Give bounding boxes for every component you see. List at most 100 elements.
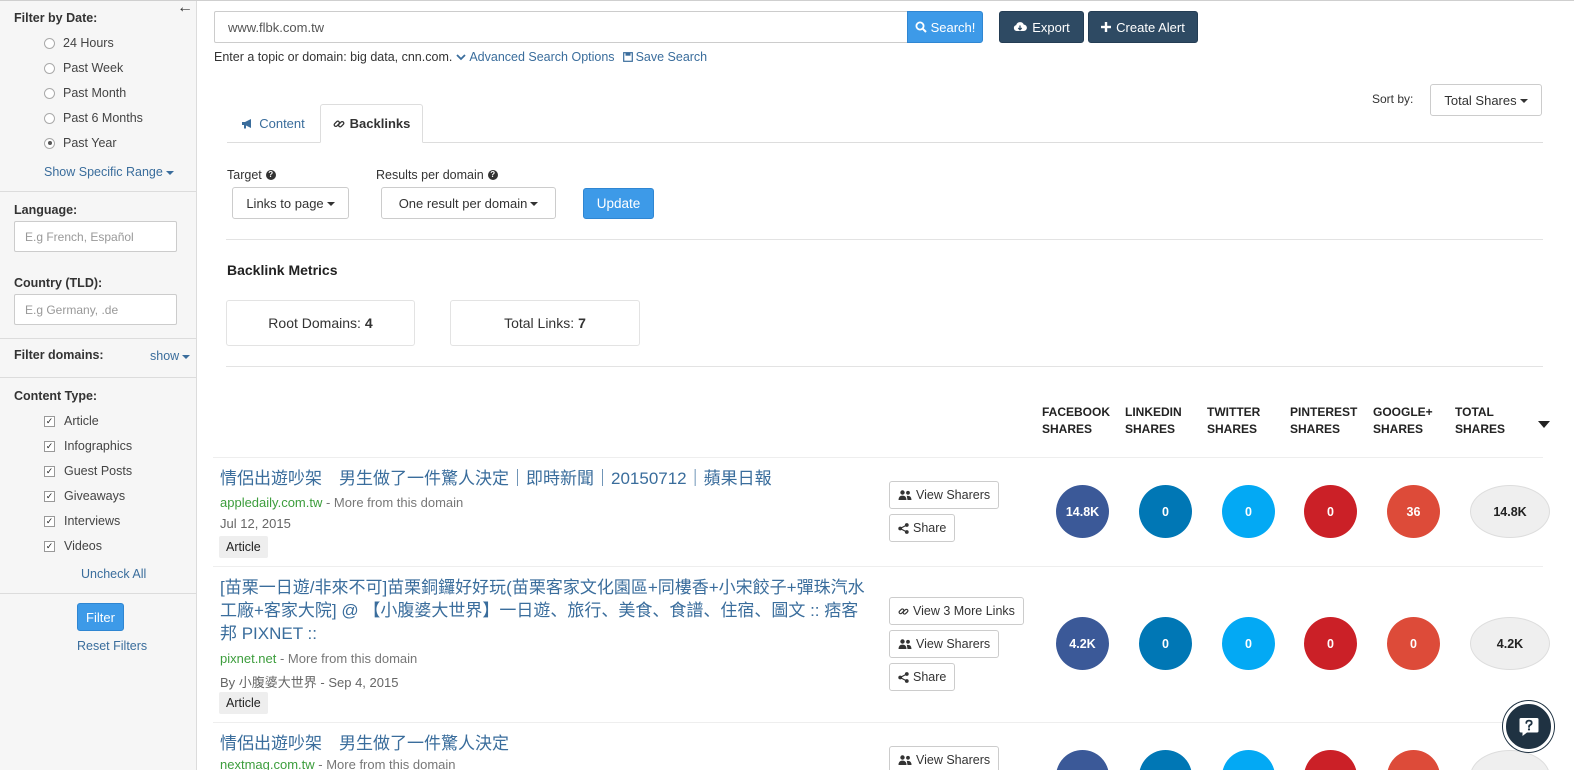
- more-from-domain-link[interactable]: - More from this domain: [315, 757, 455, 770]
- caret-down-icon: [182, 354, 191, 359]
- content-type-heading: Content Type:: [14, 389, 98, 403]
- date-option-past-week[interactable]: Past Week: [44, 61, 123, 75]
- radio-icon[interactable]: [44, 37, 55, 49]
- content-type-interviews[interactable]: ✓ Interviews: [44, 514, 120, 528]
- result-domain-link[interactable]: appledaily.com.tw: [220, 495, 322, 510]
- date-option-label: Past Month: [63, 86, 127, 100]
- results-per-domain-dropdown[interactable]: One result per domain: [381, 187, 556, 219]
- result-domain-link[interactable]: pixnet.net: [220, 651, 276, 666]
- radio-icon[interactable]: [44, 62, 55, 74]
- results-per-domain-label: Results per domain ?: [376, 168, 498, 182]
- search-hint: Enter a topic or domain: big data, cnn.c…: [214, 50, 707, 64]
- tabs-divider: [227, 142, 1543, 143]
- users-icon: [898, 639, 912, 649]
- show-specific-range-link[interactable]: Show Specific Range: [44, 165, 174, 179]
- search-hint-text: Enter a topic or domain: big data, cnn.c…: [214, 50, 453, 64]
- caret-down-icon: [530, 202, 539, 207]
- result-domain-link[interactable]: nextmag.com.tw: [220, 757, 315, 770]
- checkbox-checked-icon[interactable]: ✓: [44, 465, 55, 477]
- checkbox-checked-icon[interactable]: ✓: [44, 515, 55, 527]
- column-header-linkedin[interactable]: LINKEDIN SHARES: [1125, 404, 1205, 438]
- checkbox-checked-icon[interactable]: ✓: [44, 540, 55, 552]
- users-icon: [898, 490, 912, 500]
- content-type-giveaways[interactable]: ✓ Giveaways: [44, 489, 125, 503]
- uncheck-all-link[interactable]: Uncheck All: [81, 567, 146, 581]
- radio-selected-icon[interactable]: [44, 137, 55, 149]
- content-type-article[interactable]: ✓ Article: [44, 414, 99, 428]
- date-option-label: 24 Hours: [63, 36, 114, 50]
- radio-icon[interactable]: [44, 87, 55, 99]
- date-option-past-month[interactable]: Past Month: [44, 86, 126, 100]
- result-title-link[interactable]: 情侶出遊吵架 男生做了一件驚人決定｜即時新聞｜20150712｜蘋果日報: [220, 467, 870, 490]
- checkbox-checked-icon[interactable]: ✓: [44, 415, 55, 427]
- total-links-label: Total Links:: [504, 315, 575, 331]
- content-type-videos[interactable]: ✓ Videos: [44, 539, 102, 553]
- view-sharers-button[interactable]: View Sharers: [889, 481, 1000, 509]
- country-input[interactable]: [14, 294, 177, 325]
- help-chat-button[interactable]: [1503, 701, 1554, 752]
- view-more-links-button[interactable]: View 3 More Links: [889, 597, 1024, 625]
- share-icon: [898, 522, 909, 534]
- users-icon: [898, 755, 912, 765]
- radio-icon[interactable]: [44, 112, 55, 124]
- export-button[interactable]: Export: [999, 11, 1084, 43]
- create-alert-button[interactable]: Create Alert: [1088, 11, 1198, 43]
- sidebar-divider: [0, 377, 196, 378]
- column-header-line: SHARES: [1207, 422, 1258, 436]
- total-shares-count: 4.2K: [1470, 617, 1550, 670]
- tab-backlinks[interactable]: Backlinks: [320, 104, 423, 143]
- column-header-facebook[interactable]: FACEBOOK SHARES: [1042, 404, 1122, 438]
- more-from-domain-link[interactable]: - More from this domain: [322, 495, 463, 510]
- content-type-label: Videos: [64, 539, 102, 553]
- content-type-infographics[interactable]: ✓ Infographics: [44, 439, 132, 453]
- view-sharers-button[interactable]: View Sharers: [889, 746, 1000, 770]
- sort-descending-icon[interactable]: [1538, 421, 1550, 428]
- twitter-shares-count: 0: [1222, 617, 1275, 670]
- result-date: Jul 12, 2015: [220, 516, 291, 531]
- search-icon: [915, 21, 927, 33]
- checkbox-checked-icon[interactable]: ✓: [44, 440, 55, 452]
- linkedin-shares-count: 0: [1139, 485, 1192, 538]
- column-header-line: GOOGLE+: [1373, 405, 1433, 419]
- filter-button[interactable]: Filter: [77, 603, 124, 631]
- target-dropdown[interactable]: Links to page: [232, 187, 349, 219]
- date-option-past-6-months[interactable]: Past 6 Months: [44, 111, 143, 125]
- question-circle-icon[interactable]: ?: [487, 170, 498, 180]
- row-divider: [213, 566, 1543, 567]
- column-header-pinterest[interactable]: PINTEREST SHARES: [1290, 404, 1370, 438]
- column-header-line: SHARES: [1373, 422, 1424, 436]
- content-type-guest-posts[interactable]: ✓ Guest Posts: [44, 464, 132, 478]
- target-label: Target ?: [227, 168, 276, 182]
- checkbox-checked-icon[interactable]: ✓: [44, 490, 55, 502]
- column-header-total-shares[interactable]: TOTAL SHARES: [1455, 404, 1545, 438]
- total-shares-count: 14.8K: [1470, 485, 1550, 538]
- total-links-metric: Total Links: 7: [450, 300, 640, 346]
- save-search-link[interactable]: Save Search: [622, 50, 707, 64]
- google-plus-shares-circle: [1387, 750, 1440, 770]
- sort-dropdown[interactable]: Total Shares: [1430, 84, 1542, 116]
- share-button[interactable]: Share: [889, 663, 956, 691]
- date-option-24-hours[interactable]: 24 Hours: [44, 36, 114, 50]
- content-type-label: Infographics: [64, 439, 133, 453]
- more-from-domain-link[interactable]: - More from this domain: [276, 651, 417, 666]
- column-header-twitter[interactable]: TWITTER SHARES: [1207, 404, 1287, 438]
- update-button[interactable]: Update: [583, 188, 654, 219]
- tab-content[interactable]: Content: [227, 104, 319, 143]
- advanced-search-link[interactable]: Advanced Search Options: [456, 50, 615, 64]
- result-title-link[interactable]: 情侶出遊吵架 男生做了一件驚人決定: [220, 732, 870, 755]
- result-type-badge: Article: [219, 692, 268, 714]
- question-circle-icon[interactable]: ?: [265, 170, 276, 180]
- view-sharers-button[interactable]: View Sharers: [889, 630, 1000, 658]
- share-button[interactable]: Share: [889, 514, 956, 542]
- search-input[interactable]: [214, 11, 908, 43]
- language-input[interactable]: [14, 221, 177, 252]
- search-button[interactable]: Search!: [907, 11, 983, 43]
- results-per-domain-label-text: Results per domain: [376, 168, 484, 182]
- reset-filters-link[interactable]: Reset Filters: [77, 639, 147, 653]
- date-option-past-year[interactable]: Past Year: [44, 136, 117, 150]
- column-header-google-plus[interactable]: GOOGLE+ SHARES: [1373, 404, 1453, 438]
- collapse-sidebar-arrow-icon[interactable]: ←: [177, 0, 193, 17]
- column-header-line: SHARES: [1042, 422, 1093, 436]
- filter-domains-show-toggle[interactable]: show: [150, 349, 191, 363]
- result-title-link[interactable]: [苗栗一日遊/非來不可]苗栗銅鑼好好玩(苗栗客家文化園區+同樓香+小宋餃子+彈珠…: [220, 576, 870, 645]
